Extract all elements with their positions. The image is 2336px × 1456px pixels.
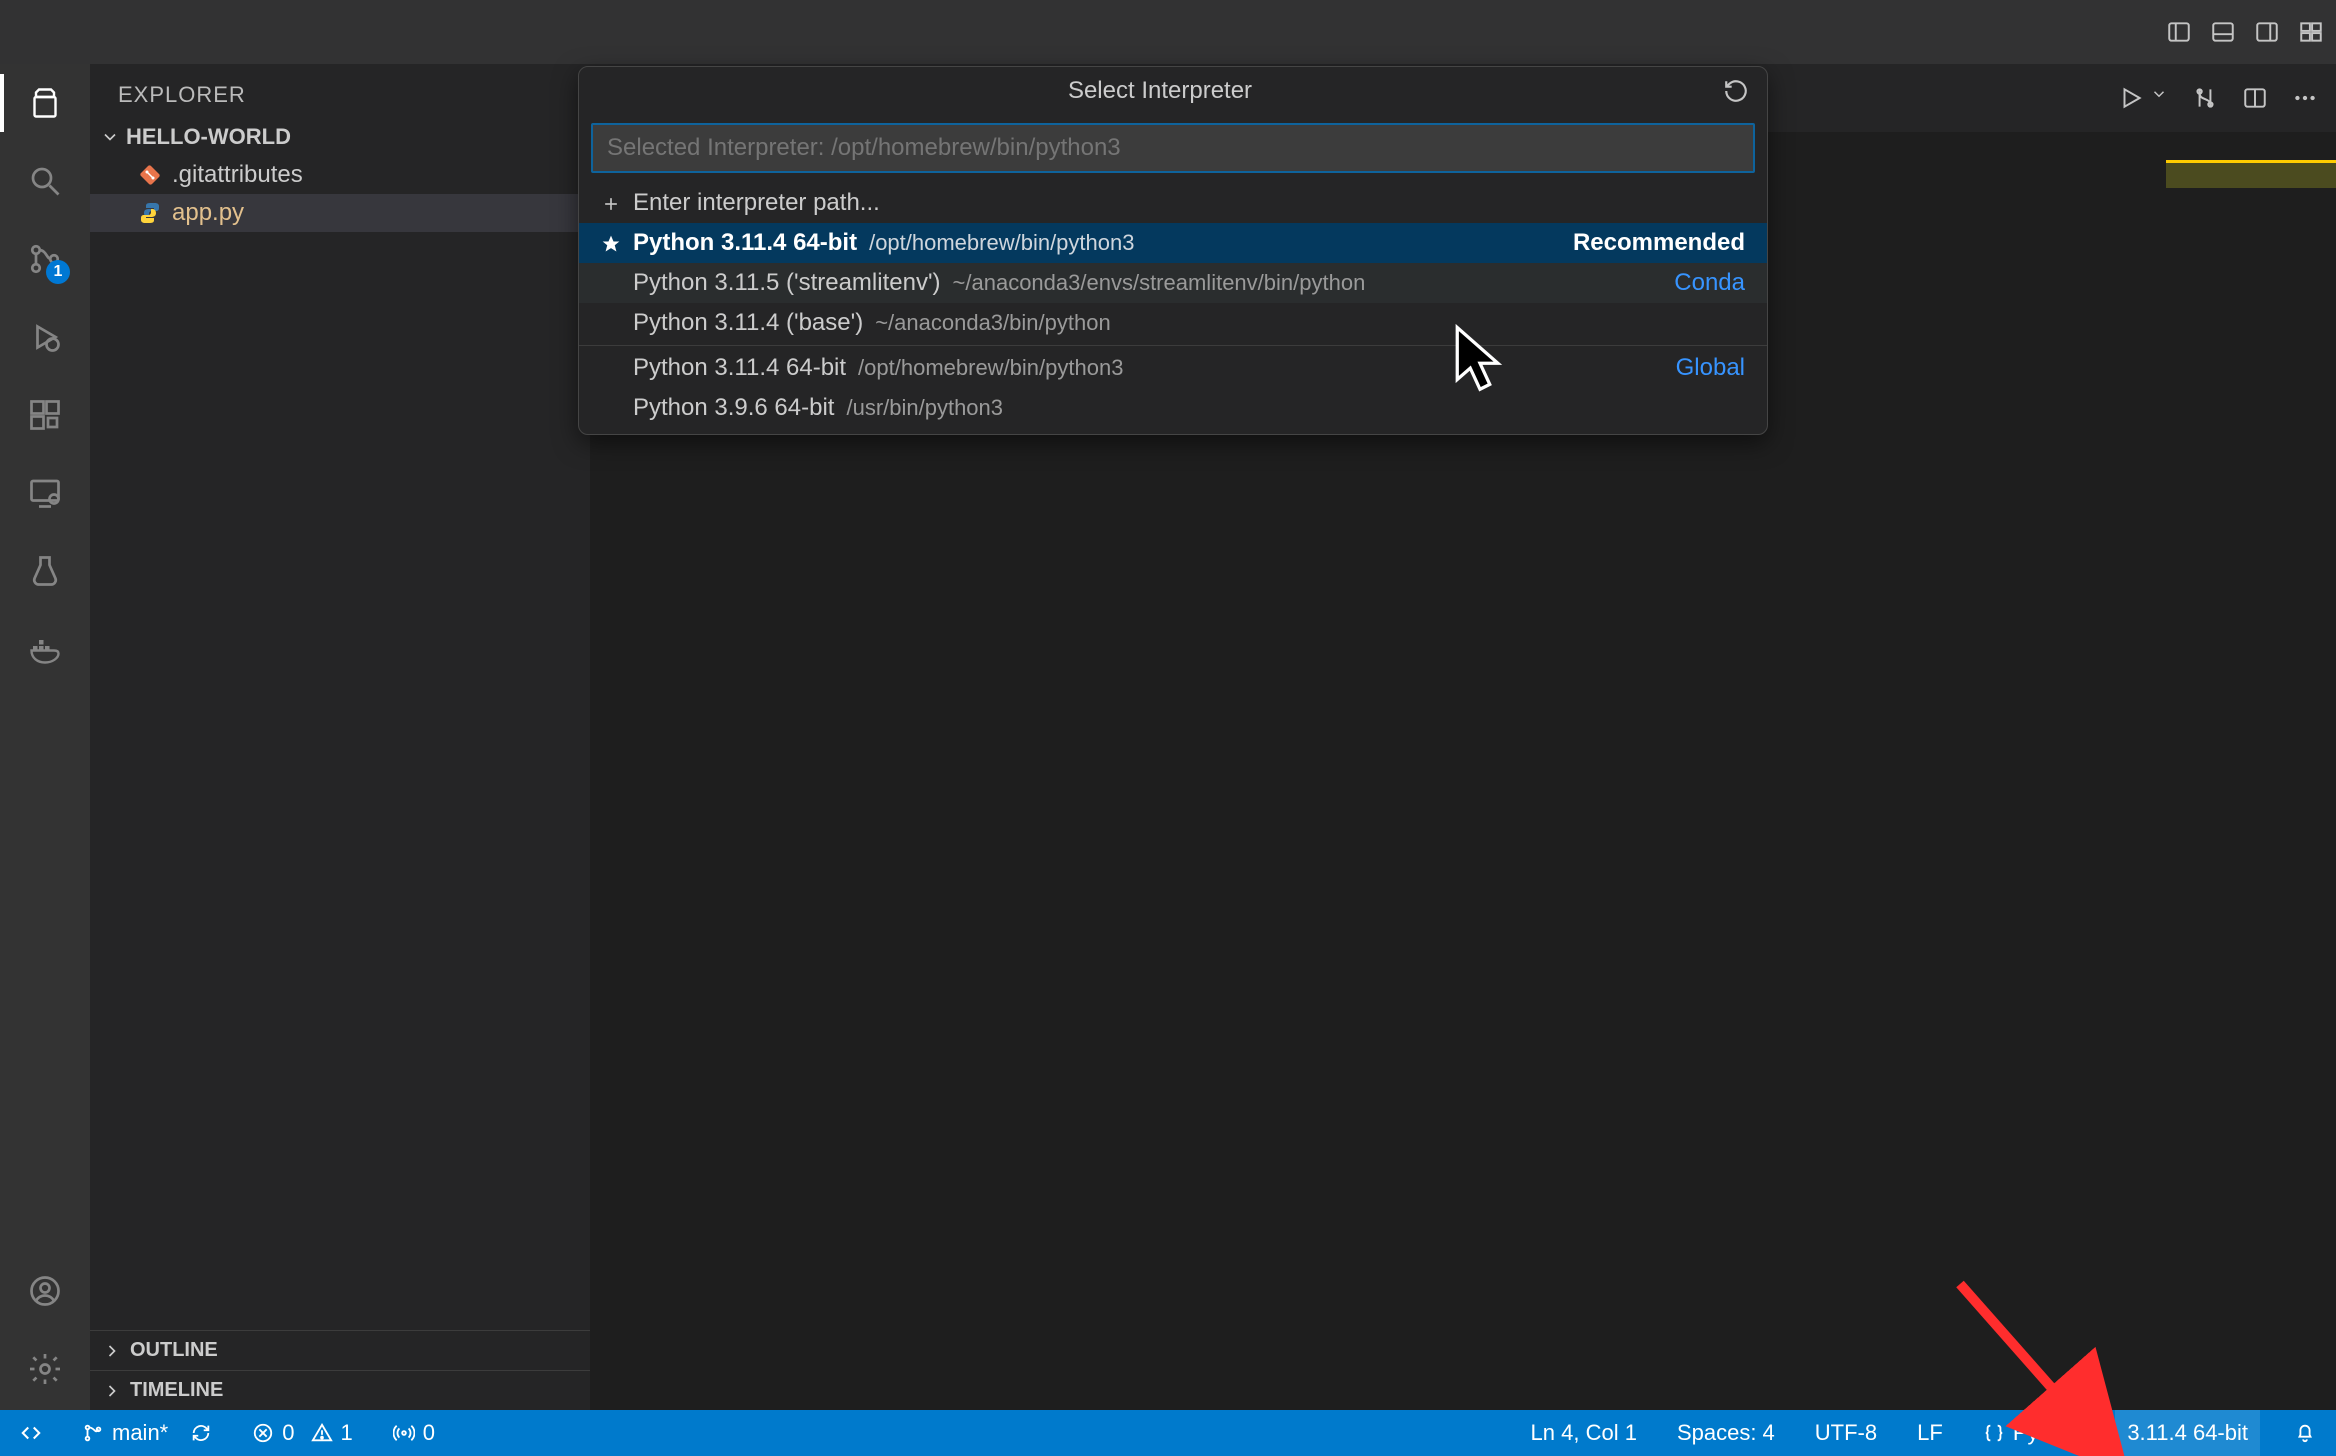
indentation-text: Spaces: 4 bbox=[1677, 1420, 1775, 1446]
git-branch[interactable]: main* bbox=[76, 1410, 174, 1456]
ports-indicator[interactable]: 0 bbox=[387, 1410, 441, 1456]
eol[interactable]: LF bbox=[1911, 1410, 1949, 1456]
split-editor-icon[interactable] bbox=[2242, 85, 2268, 111]
timeline-section[interactable]: TIMELINE bbox=[90, 1370, 590, 1410]
picker-header: Select Interpreter bbox=[579, 67, 1767, 115]
branch-name: main* bbox=[112, 1420, 168, 1446]
encoding-text: UTF-8 bbox=[1815, 1420, 1877, 1446]
encoding[interactable]: UTF-8 bbox=[1809, 1410, 1883, 1456]
error-icon bbox=[252, 1422, 274, 1444]
file-name: app.py bbox=[172, 199, 244, 227]
scm-badge: 1 bbox=[46, 260, 70, 284]
docker-icon[interactable] bbox=[24, 628, 66, 670]
outline-section[interactable]: OUTLINE bbox=[90, 1330, 590, 1370]
status-bar: main* 0 1 0 Ln 4, Col 1 Spaces: 4 UTF-8 … bbox=[0, 1410, 2336, 1456]
minimap-highlight bbox=[2166, 160, 2336, 188]
file-name: .gitattributes bbox=[172, 161, 303, 189]
python-file-icon bbox=[138, 201, 162, 225]
interpreter-option[interactable]: Python 3.11.4 64-bit /opt/homebrew/bin/p… bbox=[579, 223, 1767, 263]
interpreter-path: /usr/bin/python3 bbox=[846, 395, 1003, 421]
editor-actions bbox=[2118, 85, 2318, 111]
interpreter-path: /opt/homebrew/bin/python3 bbox=[858, 355, 1123, 381]
indentation[interactable]: Spaces: 4 bbox=[1671, 1410, 1781, 1456]
interpreter-text: 3.11.4 64-bit bbox=[2127, 1420, 2248, 1446]
plus-icon bbox=[601, 193, 621, 213]
panel-left-icon[interactable] bbox=[2166, 19, 2192, 45]
picker-title: Select Interpreter bbox=[597, 77, 1723, 105]
bell-icon bbox=[2294, 1422, 2316, 1444]
timeline-label: TIMELINE bbox=[130, 1379, 223, 1402]
eol-text: LF bbox=[1917, 1420, 1943, 1446]
enter-path-label: Enter interpreter path... bbox=[633, 189, 880, 217]
select-interpreter-picker: Select Interpreter Enter interpreter pat… bbox=[578, 66, 1768, 435]
remote-indicator[interactable] bbox=[14, 1410, 48, 1456]
run-debug-icon[interactable] bbox=[24, 316, 66, 358]
search-icon[interactable] bbox=[24, 160, 66, 202]
language-text: Python bbox=[2013, 1420, 2082, 1446]
sync-button[interactable] bbox=[184, 1410, 218, 1456]
title-bar bbox=[0, 0, 2336, 64]
notifications-bell[interactable] bbox=[2288, 1410, 2322, 1456]
git-file-icon bbox=[138, 163, 162, 187]
file-row[interactable]: .gitattributes bbox=[90, 156, 590, 194]
interpreter-option[interactable]: Python 3.9.6 64-bit /usr/bin/python3 bbox=[579, 388, 1767, 434]
sidebar-title: EXPLORER bbox=[90, 64, 590, 118]
refresh-icon[interactable] bbox=[1723, 78, 1749, 104]
cursor-position[interactable]: Ln 4, Col 1 bbox=[1525, 1410, 1643, 1456]
interpreter-path: ~/anaconda3/bin/python bbox=[875, 310, 1110, 336]
compare-changes-icon[interactable] bbox=[2192, 85, 2218, 111]
warning-count: 1 bbox=[341, 1420, 353, 1446]
warning-icon bbox=[311, 1422, 333, 1444]
accounts-icon[interactable] bbox=[24, 1270, 66, 1312]
more-icon[interactable] bbox=[2292, 85, 2318, 111]
branch-icon bbox=[82, 1422, 104, 1444]
interpreter-path: ~/anaconda3/envs/streamlitenv/bin/python bbox=[953, 270, 1366, 296]
enter-interpreter-path[interactable]: Enter interpreter path... bbox=[579, 183, 1767, 223]
folder-header[interactable]: HELLO-WORLD bbox=[90, 118, 590, 156]
customize-layout-icon[interactable] bbox=[2298, 19, 2324, 45]
interpreter-tag: Recommended bbox=[1573, 229, 1745, 257]
ports-count: 0 bbox=[423, 1420, 435, 1446]
interpreter-label: Python 3.11.4 64-bit bbox=[633, 229, 857, 257]
cursor-position-text: Ln 4, Col 1 bbox=[1531, 1420, 1637, 1446]
source-control-icon[interactable]: 1 bbox=[24, 238, 66, 280]
activity-bar: 1 bbox=[0, 64, 90, 1410]
testing-icon[interactable] bbox=[24, 550, 66, 592]
explorer-sidebar: EXPLORER HELLO-WORLD .gitattributes app.… bbox=[90, 64, 590, 1410]
interpreter-tag: Global bbox=[1676, 354, 1745, 382]
run-icon[interactable] bbox=[2118, 85, 2144, 111]
language-mode[interactable]: Python bbox=[1977, 1410, 2088, 1456]
problems-indicator[interactable]: 0 1 bbox=[246, 1410, 359, 1456]
interpreter-tag: Conda bbox=[1674, 269, 1745, 297]
chevron-right-icon bbox=[102, 1341, 122, 1361]
interpreter-label: Python 3.9.6 64-bit bbox=[633, 394, 834, 422]
extensions-icon[interactable] bbox=[24, 394, 66, 436]
outline-label: OUTLINE bbox=[130, 1339, 218, 1362]
chevron-right-icon bbox=[102, 1381, 122, 1401]
interpreter-option[interactable]: Python 3.11.4 64-bit /opt/homebrew/bin/p… bbox=[579, 348, 1767, 388]
chevron-down-icon bbox=[100, 127, 120, 147]
panel-right-icon[interactable] bbox=[2254, 19, 2280, 45]
interpreter-label: Python 3.11.5 ('streamlitenv') bbox=[633, 269, 941, 297]
error-count: 0 bbox=[282, 1420, 294, 1446]
settings-gear-icon[interactable] bbox=[24, 1348, 66, 1390]
folder-name: HELLO-WORLD bbox=[126, 124, 291, 150]
interpreter-search-input[interactable] bbox=[591, 123, 1755, 173]
python-interpreter[interactable]: 3.11.4 64-bit bbox=[2115, 1410, 2260, 1456]
interpreter-label: Python 3.11.4 64-bit bbox=[633, 354, 846, 382]
chevron-down-icon[interactable] bbox=[2150, 85, 2168, 111]
interpreter-option[interactable]: Python 3.11.4 ('base') ~/anaconda3/bin/p… bbox=[579, 303, 1767, 343]
separator bbox=[579, 345, 1767, 346]
remote-explorer-icon[interactable] bbox=[24, 472, 66, 514]
interpreter-label: Python 3.11.4 ('base') bbox=[633, 309, 863, 337]
interpreter-path: /opt/homebrew/bin/python3 bbox=[869, 230, 1134, 256]
broadcast-icon bbox=[393, 1422, 415, 1444]
braces-icon bbox=[1983, 1422, 2005, 1444]
star-icon bbox=[601, 233, 621, 253]
panel-bottom-icon[interactable] bbox=[2210, 19, 2236, 45]
file-row[interactable]: app.py bbox=[90, 194, 590, 232]
layout-controls bbox=[2166, 19, 2324, 45]
interpreter-option[interactable]: Python 3.11.5 ('streamlitenv') ~/anacond… bbox=[579, 263, 1767, 303]
explorer-icon[interactable] bbox=[24, 82, 66, 124]
